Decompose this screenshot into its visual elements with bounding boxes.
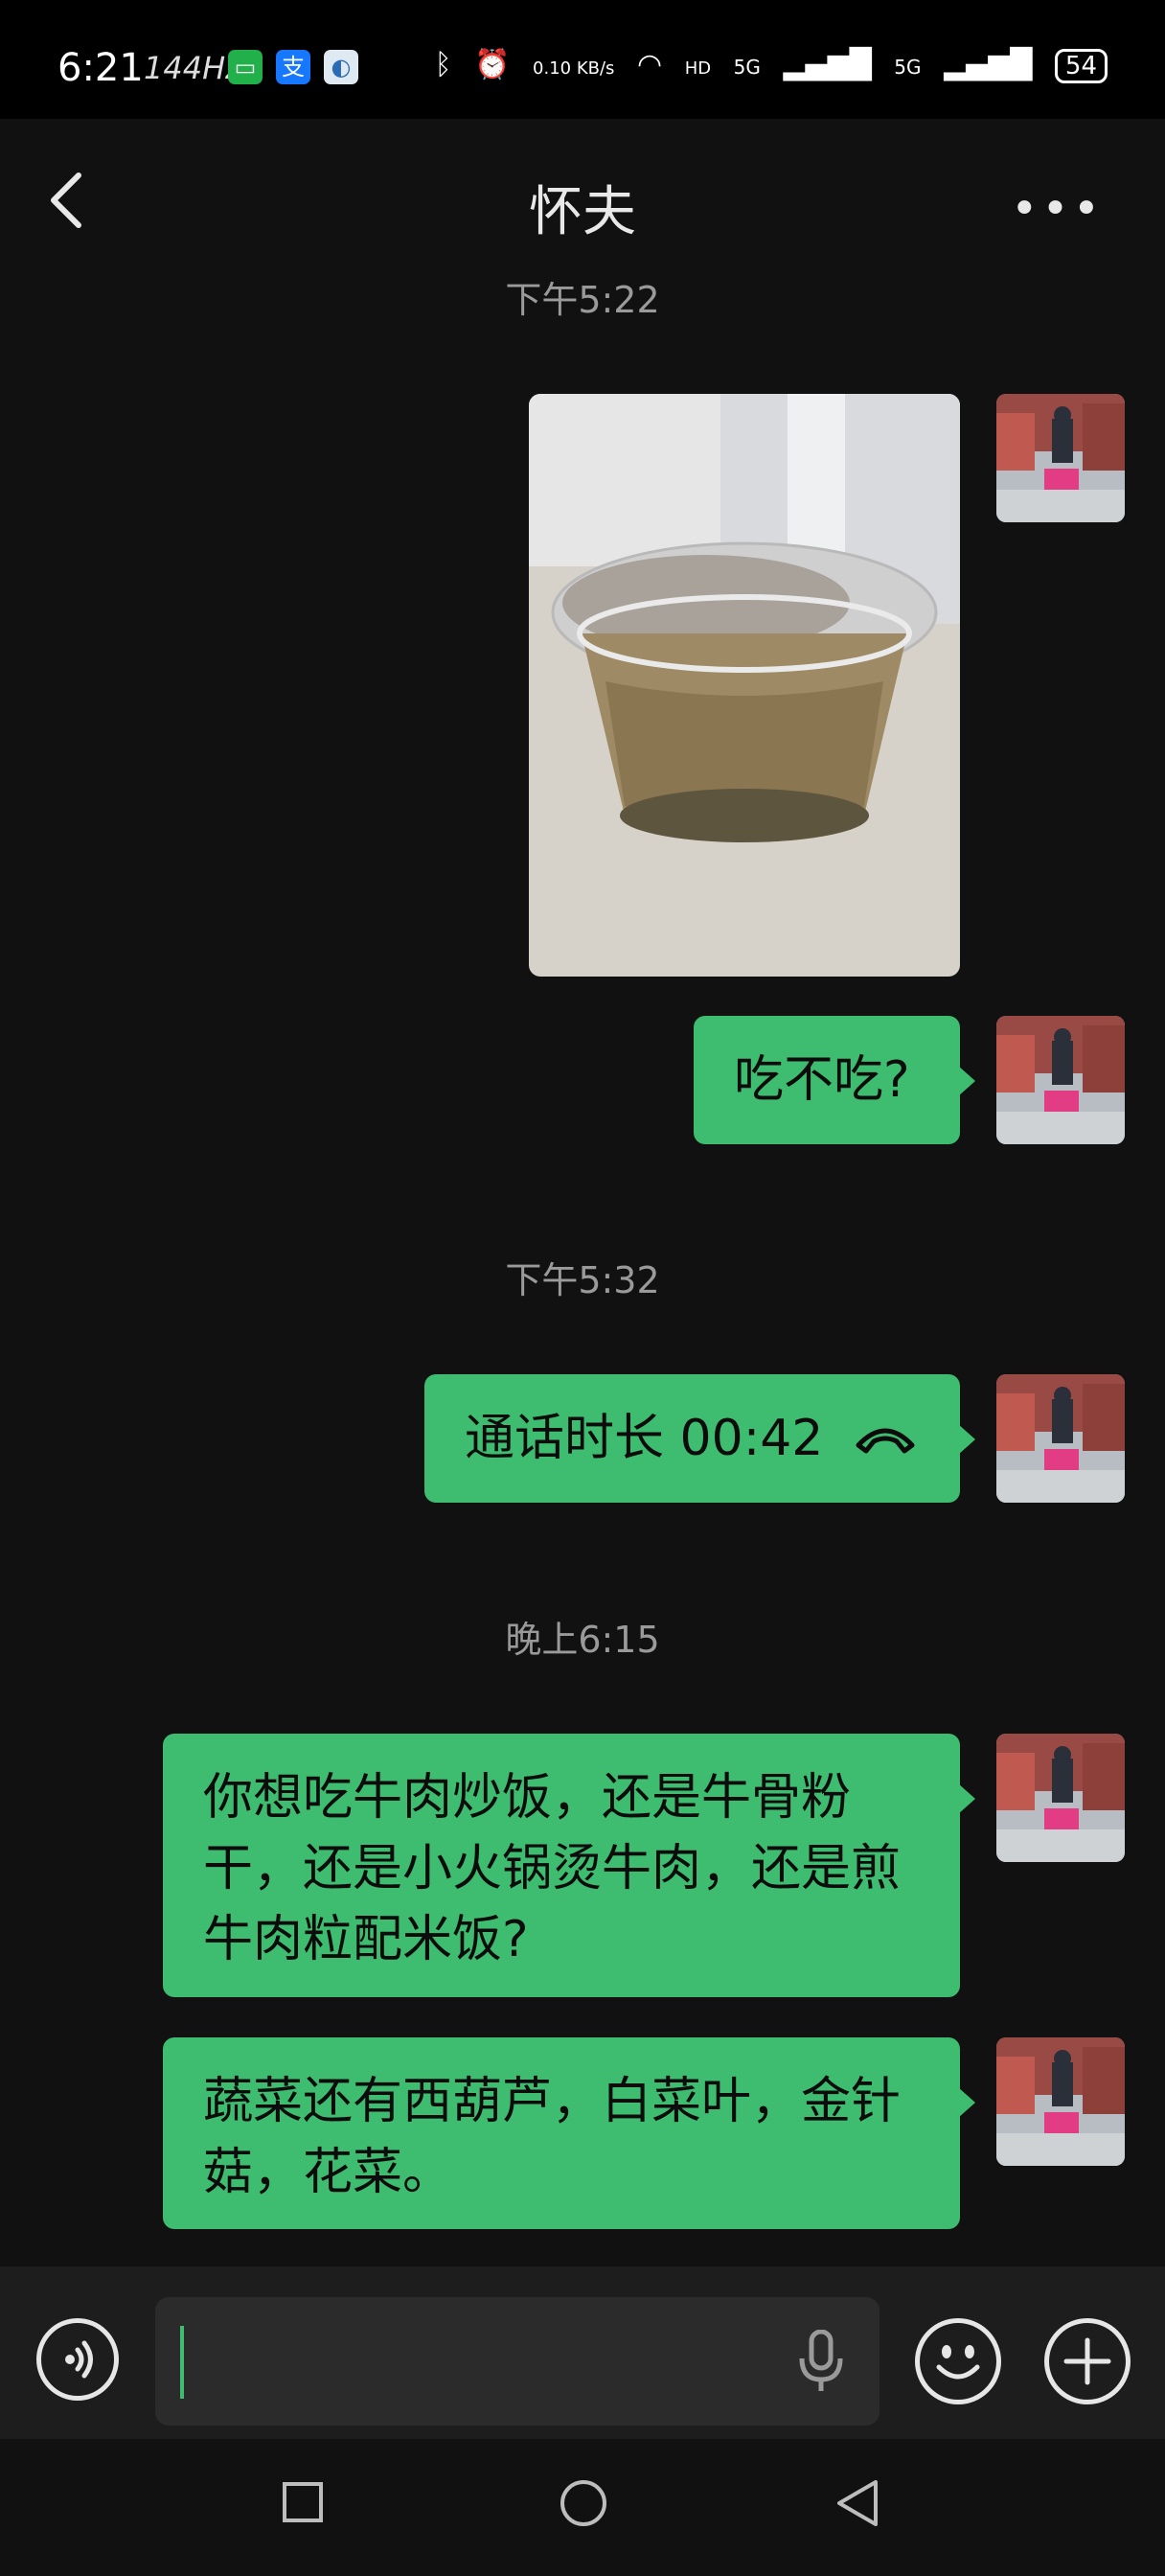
phone-hangup-icon [856,1428,915,1454]
status-right-icons: ᛒ ⏰ 0.10 KB/s ◠ HD 5G ▂▄▆█ 5G ▂▄▆█ 54 [422,48,1108,83]
chat-header: 怀夫 ••• [0,119,1165,282]
message-bubble[interactable]: 吃不吃? [694,1016,975,1144]
back-nav-icon[interactable] [835,2479,879,2527]
recent-apps-icon[interactable] [282,2481,324,2523]
alarm-icon: ⏰ [474,48,511,81]
home-icon[interactable] [560,2479,607,2527]
battery-icon: 54 [1054,49,1108,83]
more-dots-icon[interactable]: ••• [1011,182,1104,236]
avatar[interactable] [996,1016,1125,1144]
wifi-icon: ◠ [636,48,663,81]
signal-icon-1: ▂▄▆█ [783,48,872,81]
text-caret [180,2326,184,2399]
status-bar: 6:21 144Hz ▭ 支 ◐ ᛒ ⏰ 0.10 KB/s ◠ HD 5G ▂… [0,0,1165,119]
hd-icon: HD [684,58,712,79]
microphone-icon[interactable] [797,2330,845,2393]
avatar[interactable] [996,2037,1125,2166]
call-bubble[interactable]: 通话时长 00:42 [424,1374,975,1503]
input-bar [0,2266,1165,2439]
timestamp: 下午5:22 [505,279,660,321]
avatar[interactable] [996,1374,1125,1503]
emoji-icon[interactable] [915,2318,1001,2404]
avatar[interactable] [996,394,1125,522]
status-time: 6:21 [57,46,144,90]
message-text: 你想吃牛肉炒饭，还是牛骨粉干，还是小火锅烫牛肉，还是煎牛肉粒配米饭? [203,1769,902,1968]
bluetooth-icon: ᛒ [434,48,452,81]
message-text: 蔬菜还有西葫芦，白菜叶，金针菇，花菜。 [203,2073,902,2201]
network-label-2: 5G [894,56,922,79]
timestamp: 下午5:32 [505,1259,660,1301]
network-label-1: 5G [733,56,761,79]
message-bubble[interactable]: 蔬菜还有西葫芦，白菜叶，金针菇，花菜。 [163,2037,975,2229]
signal-icon-2: ▂▄▆█ [944,48,1033,81]
browser-icon: ◐ [324,50,358,84]
refresh-rate: 144Hz [144,50,241,86]
voice-toggle-icon[interactable] [36,2318,119,2401]
net-speed: 0.10 KB/s [533,58,615,79]
chat-title: 怀夫 [529,181,636,243]
plus-icon[interactable] [1044,2318,1131,2404]
chat-image[interactable] [529,394,960,977]
message-input[interactable] [155,2297,879,2426]
timestamp: 晚上6:15 [505,1619,660,1661]
message-bubble[interactable]: 你想吃牛肉炒饭，还是牛骨粉干，还是小火锅烫牛肉，还是煎牛肉粒配米饭? [163,1734,975,1997]
message-text: 吃不吃? [734,1051,910,1109]
alipay-icon: 支 [276,50,310,84]
avatar[interactable] [996,1734,1125,1862]
call-duration-text: 通话时长 00:42 [465,1410,824,1467]
system-nav-bar [0,2439,1165,2576]
messages-icon: ▭ [228,50,263,84]
